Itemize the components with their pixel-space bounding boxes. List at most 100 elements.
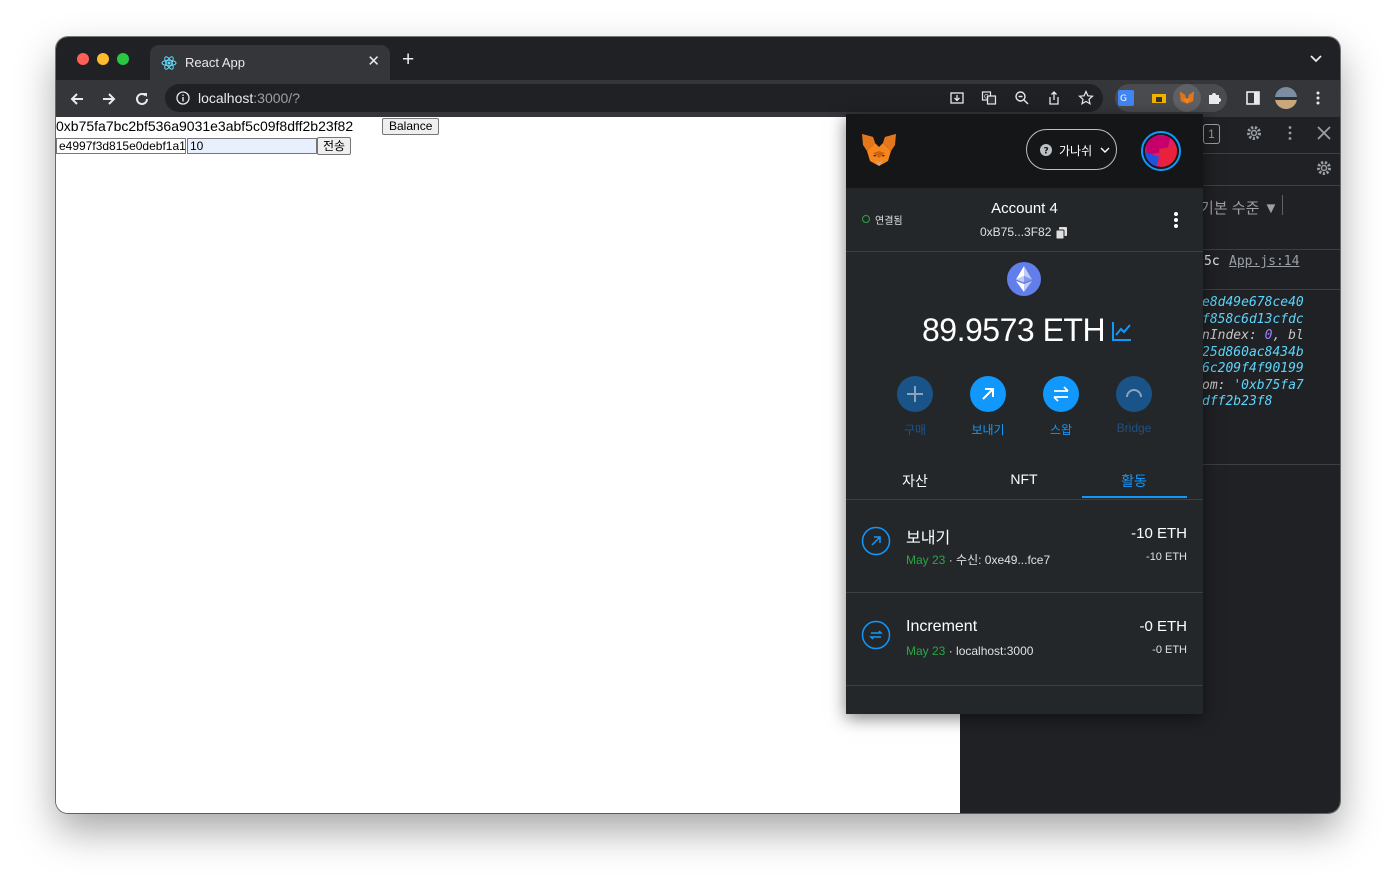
side-panel-icon[interactable] xyxy=(1245,90,1261,106)
minimize-window-button[interactable] xyxy=(97,53,109,65)
account-options-icon[interactable] xyxy=(1173,211,1179,229)
log-source-link[interactable]: App.js:14 xyxy=(1229,254,1299,269)
tab-assets[interactable]: 자산 xyxy=(875,471,955,491)
console-settings-gear-icon[interactable] xyxy=(1315,159,1333,177)
log-line: 25d860ac8434b xyxy=(1202,344,1304,360)
contract-interaction-icon xyxy=(861,620,891,650)
install-app-icon[interactable] xyxy=(949,90,965,106)
tab-strip: React App ✕ + xyxy=(56,37,1340,80)
transaction-subtitle: May 23 · localhost:3000 xyxy=(906,644,1034,658)
extensions-pill: G xyxy=(1115,84,1227,112)
recipient-input[interactable]: e4997f3d815e0debf1a1 xyxy=(56,138,186,154)
bridge-action[interactable]: Bridge xyxy=(1104,376,1164,435)
transaction-title: Increment xyxy=(906,618,978,635)
close-icon[interactable] xyxy=(1315,124,1333,142)
metamask-header: ? 가나쉬 xyxy=(846,114,1203,188)
reload-icon[interactable] xyxy=(133,90,151,108)
account-bar: 연결됨 Account 4 0xB75...3F82 xyxy=(846,188,1203,252)
new-tab-button[interactable]: + xyxy=(402,49,414,70)
eth-balance: 89.9573 ETH xyxy=(922,312,1106,348)
url-text: localhost:3000/? xyxy=(198,90,300,106)
transaction-amount-secondary: -0 ETH xyxy=(1152,644,1187,656)
chevron-down-icon[interactable] xyxy=(1309,53,1323,65)
log-line: e8d49e678ce40 xyxy=(1202,295,1304,310)
account-avatar[interactable] xyxy=(1141,131,1181,171)
send-button[interactable]: 전송 xyxy=(317,137,352,155)
browser-tab[interactable]: React App ✕ xyxy=(150,45,390,80)
buy-action[interactable]: 구매 xyxy=(885,376,945,438)
transaction-amount: -10 ETH xyxy=(1131,525,1187,542)
google-translate-extension-icon[interactable]: G xyxy=(1118,90,1134,106)
copy-icon[interactable] xyxy=(1056,227,1067,239)
transaction-amount-secondary: -10 ETH xyxy=(1146,551,1187,563)
log-line: om: '0xb75fa7 xyxy=(1202,377,1304,393)
log-level-dropdown[interactable]: 기본 수준 ▼ xyxy=(1200,197,1278,218)
bridge-icon xyxy=(1116,376,1152,412)
devtools-issue-count[interactable]: 1 xyxy=(1203,124,1220,144)
portfolio-chart-icon[interactable] xyxy=(1111,320,1133,342)
bridge-label: Bridge xyxy=(1116,421,1152,435)
more-menu-icon[interactable] xyxy=(1310,90,1326,106)
metamask-extension-button[interactable] xyxy=(1173,84,1201,112)
address-bar[interactable]: localhost:3000/? G xyxy=(165,84,1103,112)
network-label: 가나쉬 xyxy=(1059,144,1093,158)
close-tab-icon[interactable]: ✕ xyxy=(367,53,380,71)
swap-label: 스왑 xyxy=(1049,423,1073,437)
tab-nft[interactable]: NFT xyxy=(984,471,1064,487)
send-icon xyxy=(861,526,891,556)
svg-text:?: ? xyxy=(1044,147,1049,157)
wallet-address-text: 0xb75fa7bc2bf536a9031e3abf5c09f8dff2b23f… xyxy=(56,118,354,134)
log-line: f858c6d13cfdc xyxy=(1202,311,1304,327)
back-icon[interactable] xyxy=(68,90,86,108)
gear-icon[interactable] xyxy=(1245,124,1263,142)
transaction-title: 보내기 xyxy=(906,530,951,547)
chevron-down-icon xyxy=(1100,147,1110,153)
transaction-row[interactable]: 보내기 May 23 · 수신: 0xe49...fce7 -10 ETH -1… xyxy=(846,500,1203,593)
jazzicon-icon xyxy=(1141,131,1181,171)
metamask-tabs: 자산 NFT 활동 xyxy=(846,459,1203,500)
translate-icon[interactable]: G xyxy=(981,90,997,106)
amount-input[interactable]: 10 xyxy=(187,138,317,154)
profile-avatar[interactable] xyxy=(1275,87,1297,109)
send-label: 보내기 xyxy=(971,423,1005,437)
question-icon: ? xyxy=(1040,144,1052,156)
more-vertical-icon[interactable] xyxy=(1281,124,1299,142)
metamask-fox-icon xyxy=(1179,91,1195,104)
metamask-logo-icon xyxy=(862,134,896,166)
transaction-row[interactable]: Increment May 23 · localhost:3000 -0 ETH… xyxy=(846,593,1203,686)
ethereum-icon xyxy=(1007,262,1041,296)
transaction-subtitle: May 23 · 수신: 0xe49...fce7 xyxy=(906,553,1051,567)
account-name: Account 4 xyxy=(991,200,1058,217)
page-content: 0xb75fa7bc2bf536a9031e3abf5c09f8dff2b23f… xyxy=(56,117,960,813)
puzzle-extensions-icon[interactable] xyxy=(1206,90,1222,106)
bookmark-star-icon[interactable] xyxy=(1078,90,1094,106)
swap-arrows-icon xyxy=(1043,376,1079,412)
svg-text:G: G xyxy=(984,94,989,101)
swap-action[interactable]: 스왑 xyxy=(1031,376,1091,438)
active-tab-indicator xyxy=(1082,496,1187,498)
tab-title: React App xyxy=(185,55,245,70)
plus-icon xyxy=(897,376,933,412)
send-action[interactable]: 보내기 xyxy=(958,376,1018,438)
folder-extension-icon[interactable] xyxy=(1151,90,1167,106)
log-line: dff2b23f8 xyxy=(1202,394,1273,409)
close-window-button[interactable] xyxy=(77,53,89,65)
arrow-up-right-icon xyxy=(970,376,1006,412)
network-selector[interactable]: ? 가나쉬 xyxy=(1026,129,1117,170)
divider xyxy=(1282,195,1283,215)
forward-icon[interactable] xyxy=(100,90,118,108)
zoom-icon[interactable] xyxy=(1014,90,1030,106)
maximize-window-button[interactable] xyxy=(117,53,129,65)
log-message-fragment: 5c xyxy=(1204,254,1220,269)
share-icon[interactable] xyxy=(1046,90,1062,106)
account-address[interactable]: 0xB75...3F82 xyxy=(980,225,1051,239)
browser-toolbar: localhost:3000/? G G xyxy=(56,80,1340,117)
balance-button[interactable]: Balance xyxy=(382,118,440,135)
svg-text:G: G xyxy=(1120,94,1127,104)
info-icon[interactable] xyxy=(176,91,190,105)
tab-activity[interactable]: 활동 xyxy=(1094,471,1174,491)
buy-label: 구매 xyxy=(903,423,927,437)
log-line: 6c209f4f90199 xyxy=(1202,361,1304,376)
transaction-amount: -0 ETH xyxy=(1139,618,1187,635)
react-icon xyxy=(161,56,177,70)
